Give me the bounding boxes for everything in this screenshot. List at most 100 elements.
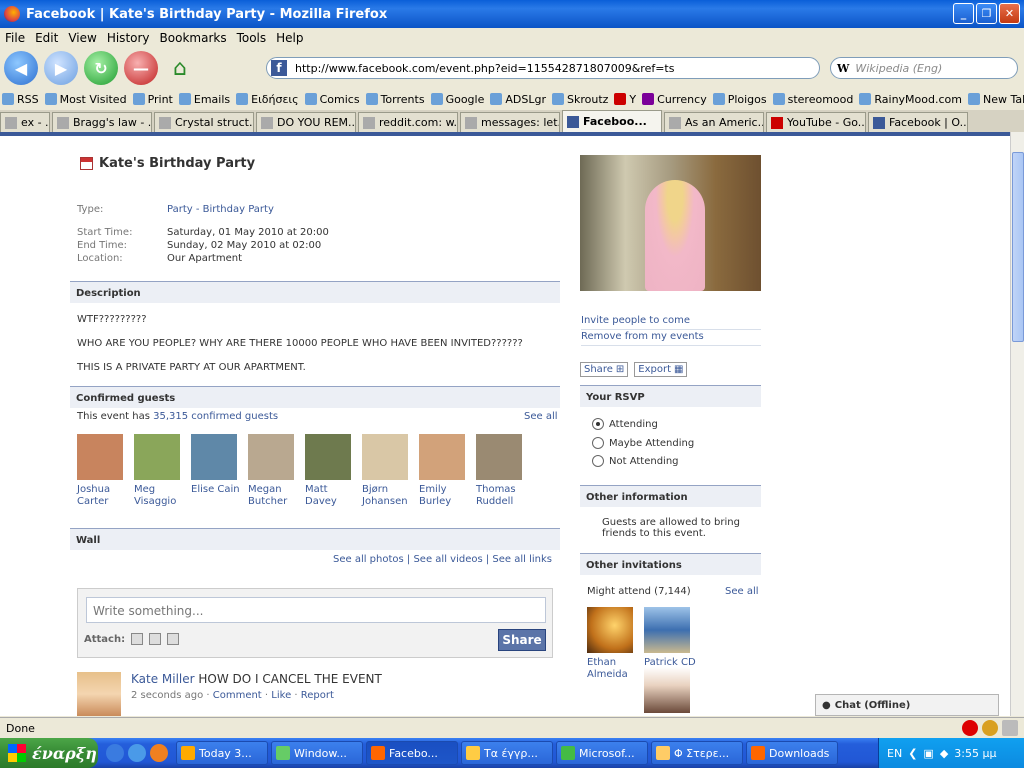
video-attach-icon[interactable] <box>149 633 162 645</box>
export-button[interactable]: Export ▦ <box>634 362 688 377</box>
bookmark-item[interactable]: Ειδήσεις <box>236 93 299 106</box>
tab[interactable]: DO YOU REM... <box>256 112 356 132</box>
taskbar-item-active[interactable]: Facebo... <box>366 741 458 765</box>
invitee-item[interactable]: Patrick CD <box>644 607 704 669</box>
forward-button[interactable]: ▶ <box>44 51 78 85</box>
tab[interactable]: Crystal struct... <box>154 112 254 132</box>
tab[interactable]: As an Americ... <box>664 112 764 132</box>
bookmark-item[interactable]: Comics <box>304 93 360 106</box>
stop-button[interactable]: — <box>124 51 158 85</box>
bookmark-item[interactable]: Emails <box>178 93 230 106</box>
menu-edit[interactable]: Edit <box>32 31 61 45</box>
menu-bookmarks[interactable]: Bookmarks <box>157 31 230 45</box>
guest-item[interactable]: Matt Davey <box>305 434 362 508</box>
bookmark-item[interactable]: RainyMood.com <box>859 93 962 106</box>
guests-see-all-link[interactable]: See all <box>524 411 558 422</box>
bookmark-item[interactable]: Google <box>430 93 484 106</box>
bookmark-item[interactable]: Print <box>132 93 173 106</box>
network-icon[interactable]: ▣ <box>923 747 933 760</box>
tab[interactable]: ex - ... <box>0 112 50 132</box>
firefox-icon[interactable] <box>150 744 168 762</box>
greasemonkey-icon[interactable] <box>982 720 998 736</box>
guest-item[interactable]: Megan Butcher <box>248 434 305 508</box>
avatar <box>134 434 180 480</box>
guest-item[interactable]: Meg Visaggio <box>134 434 191 508</box>
end-label: End Time: <box>77 240 128 251</box>
rsvp-attending[interactable]: Attending <box>592 418 658 430</box>
bookmark-item[interactable]: Torrents <box>365 93 425 106</box>
home-icon[interactable]: ⌂ <box>164 52 196 84</box>
language-indicator[interactable]: EN <box>887 747 902 760</box>
invitee-item[interactable]: Ethan Almeida <box>587 607 637 681</box>
rsvp-maybe[interactable]: Maybe Attending <box>592 437 694 449</box>
guest-item[interactable]: Bjørn Johansen <box>362 434 419 508</box>
wall-links[interactable]: See all photos | See all videos | See al… <box>333 554 552 565</box>
tab[interactable]: messages: let... <box>460 112 560 132</box>
taskbar-item[interactable]: Φ Στερε... <box>651 741 743 765</box>
minimize-button[interactable]: _ <box>953 3 974 24</box>
maximize-button[interactable]: ❐ <box>976 3 997 24</box>
volume-icon[interactable]: ◆ <box>940 747 948 760</box>
bookmark-item[interactable]: Ploigos <box>712 93 767 106</box>
write-something-input[interactable]: Write something... <box>86 597 546 623</box>
avatar[interactable] <box>77 672 121 716</box>
invitations-see-all-link[interactable]: See all <box>725 586 759 597</box>
post-author-link[interactable]: Kate Miller <box>131 672 195 686</box>
bookmark-item[interactable]: stereomood <box>772 93 853 106</box>
taskbar-item[interactable]: Window... <box>271 741 363 765</box>
bookmark-item[interactable]: Skroutz <box>551 93 608 106</box>
adblock-icon[interactable] <box>962 720 978 736</box>
like-link[interactable]: Like <box>271 690 291 701</box>
tab[interactable]: reddit.com: w... <box>358 112 458 132</box>
menu-help[interactable]: Help <box>273 31 306 45</box>
bookmark-item[interactable]: RSS <box>2 93 39 106</box>
quicklaunch-icon[interactable] <box>106 744 124 762</box>
tray-arrow-icon[interactable]: ❮ <box>908 747 917 760</box>
guest-item[interactable]: Elise Cain <box>191 434 248 508</box>
vertical-scrollbar[interactable] <box>1010 132 1024 716</box>
remove-event-link[interactable]: Remove from my events <box>581 330 761 346</box>
guest-item[interactable]: Joshua Carter <box>77 434 134 508</box>
taskbar-item[interactable]: Τα έγγρ... <box>461 741 553 765</box>
guest-count-link[interactable]: 35,315 confirmed guests <box>153 411 278 422</box>
tab[interactable]: Facebook | O... <box>868 112 968 132</box>
bookmark-item[interactable]: Currency <box>642 93 707 106</box>
bookmark-item[interactable]: Most Visited <box>44 93 127 106</box>
menu-history[interactable]: History <box>104 31 153 45</box>
bookmark-item[interactable]: ADSLgr <box>490 93 546 106</box>
share-button[interactable]: Share <box>498 629 546 651</box>
url-bar[interactable]: f http://www.facebook.com/event.php?eid=… <box>266 57 820 79</box>
report-link[interactable]: Report <box>301 690 334 701</box>
share-event-button[interactable]: Share ⊞ <box>580 362 629 377</box>
close-button[interactable]: ✕ <box>999 3 1020 24</box>
taskbar-item[interactable]: Downloads <box>746 741 838 765</box>
reload-button[interactable]: ↻ <box>84 51 118 85</box>
description-line: WHO ARE YOU PEOPLE? WHY ARE THERE 10000 … <box>77 338 523 349</box>
bookmark-item[interactable]: Y <box>614 93 636 106</box>
taskbar-item[interactable]: Today 3... <box>176 741 268 765</box>
search-bar[interactable]: W Wikipedia (Eng) <box>830 57 1018 79</box>
guest-item[interactable]: Thomas Ruddell <box>476 434 533 508</box>
event-photo[interactable] <box>580 155 761 291</box>
menu-view[interactable]: View <box>65 31 99 45</box>
quicklaunch-icon[interactable] <box>128 744 146 762</box>
link-attach-icon[interactable] <box>167 633 180 645</box>
comment-link[interactable]: Comment <box>213 690 262 701</box>
start-button[interactable]: έναρξη <box>0 738 98 768</box>
rsvp-not-attending[interactable]: Not Attending <box>592 455 679 467</box>
type-value-link[interactable]: Party - Birthday Party <box>167 204 274 217</box>
bookmark-item[interactable]: New Tab <box>967 93 1024 106</box>
avatar[interactable] <box>644 667 690 713</box>
menu-tools[interactable]: Tools <box>234 31 270 45</box>
invite-people-link[interactable]: Invite people to come <box>581 314 761 330</box>
scrollbar-thumb[interactable] <box>1012 152 1024 342</box>
tab[interactable]: YouTube - Go... <box>766 112 866 132</box>
guest-item[interactable]: Emily Burley <box>419 434 476 508</box>
tab[interactable]: Bragg's law - ... <box>52 112 152 132</box>
tab-active-facebook[interactable]: Faceboo... <box>562 110 662 132</box>
back-button[interactable]: ◀ <box>4 51 38 85</box>
photo-attach-icon[interactable] <box>131 633 144 645</box>
menu-file[interactable]: File <box>2 31 28 45</box>
taskbar-item[interactable]: Microsof... <box>556 741 648 765</box>
chat-bar[interactable]: ● Chat (Offline) <box>815 694 999 716</box>
